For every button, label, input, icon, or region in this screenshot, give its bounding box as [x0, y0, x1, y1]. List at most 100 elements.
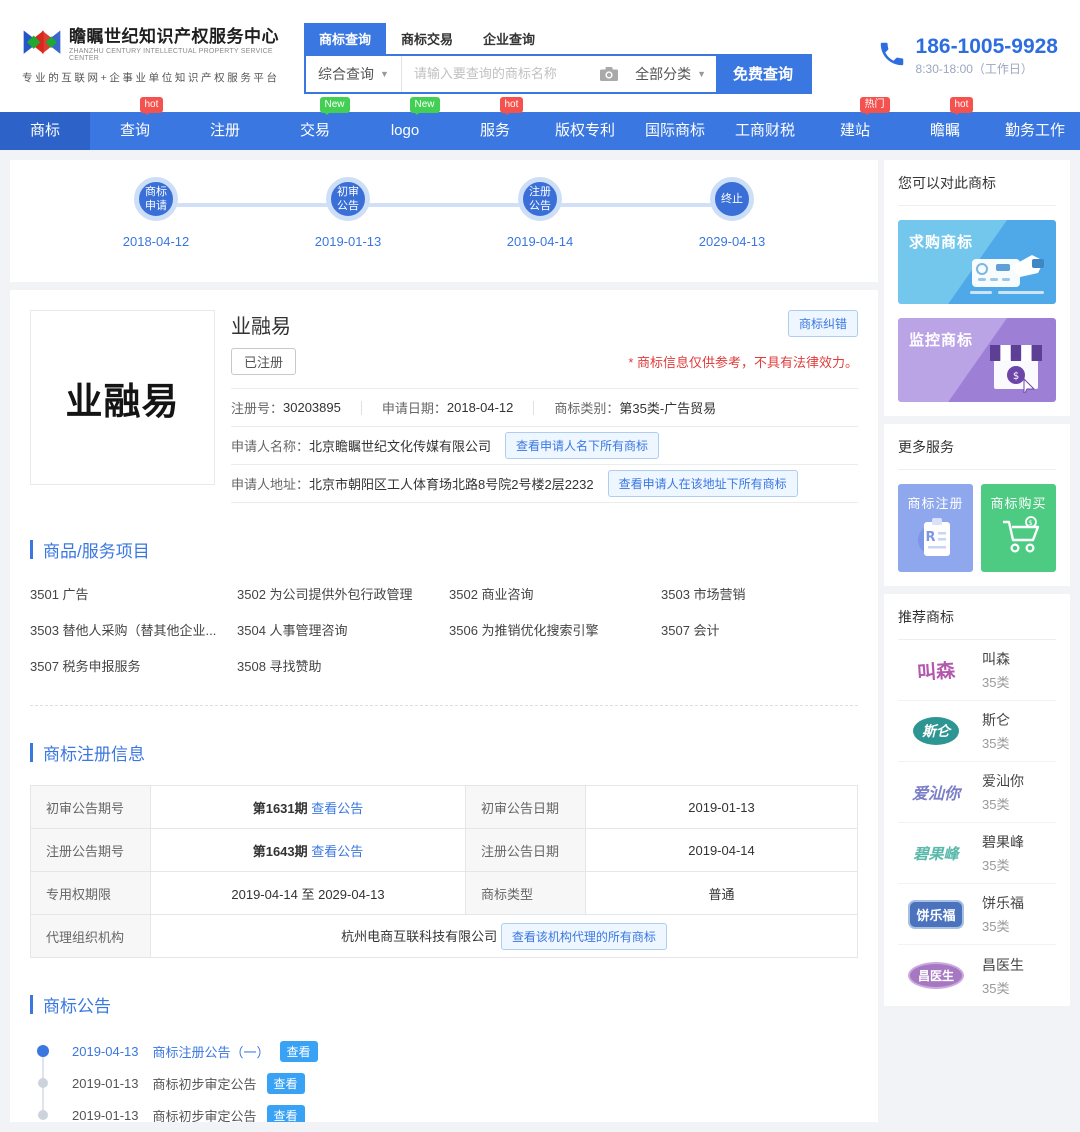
view-button[interactable]: 查看	[267, 1073, 305, 1094]
timeline-step-expiry: 终止 2029-04-13	[636, 160, 828, 282]
timeline-date: 2018-04-12	[123, 234, 190, 249]
registration-number: 30203895	[283, 400, 341, 415]
row-value: 2019-04-14	[586, 829, 858, 872]
hot-badge: 热门	[860, 97, 890, 113]
nav-item-finance-tax[interactable]: 工商财税	[720, 112, 810, 150]
sidebar-section-title: 推荐商标	[898, 594, 1056, 640]
meta-row-address: 申请人地址：北京市朝阳区工人体育场北路8号院2号楼2层2232 查看申请人在该地…	[231, 465, 858, 503]
row-value: 2019-01-13	[586, 786, 858, 829]
contact: 186-1005-9928 8:30-18:00（工作日）	[877, 35, 1058, 77]
view-button[interactable]: 查看	[267, 1105, 305, 1123]
search-tab-trademark[interactable]: 商标查询	[304, 23, 386, 54]
trademark-logo: 爱汕你	[912, 780, 960, 804]
trademark-register-card[interactable]: 商标注册 R	[898, 484, 973, 572]
applicant-name: 北京瞻瞩世纪文化传媒有限公司	[309, 436, 491, 455]
search-tabs: 商标查询 商标交易 企业查询	[304, 23, 812, 54]
trademark-detail-card: 业融易 业融易 商标纠错 已注册 * 商标信息仅供参考，不具有法律效力。 注册号…	[10, 290, 878, 1122]
hot-badge: hot	[950, 97, 974, 113]
registration-section-title: 商标注册信息	[30, 740, 858, 765]
search-input[interactable]	[402, 56, 593, 92]
row-value: 2019-04-14 至 2029-04-13	[151, 872, 466, 915]
view-applicant-trademarks-button[interactable]: 查看申请人名下所有商标	[505, 432, 659, 459]
new-badge: New	[410, 97, 440, 113]
trademark-logo: 碧果峰	[913, 843, 958, 864]
nav-item-zhanzhu[interactable]: 瞻瞩hot	[900, 112, 990, 150]
main-nav: 商标 查询hot 注册 交易New logoNew 服务hot 版权专利 国际商…	[0, 112, 1080, 150]
sidebar-section-title: 您可以对此商标	[898, 160, 1056, 206]
apply-date: 2018-04-12	[447, 400, 514, 415]
search-type-select[interactable]: 综合查询▼	[306, 56, 402, 92]
timeline-dot	[37, 1045, 49, 1057]
view-gazette-link[interactable]: 查看公告	[311, 801, 363, 816]
nav-item-trade[interactable]: 交易New	[270, 112, 360, 150]
divider	[361, 401, 362, 415]
recommended-trademark-item[interactable]: 碧果峰 碧果峰 35类	[898, 823, 1056, 884]
free-search-button[interactable]: 免费查询	[716, 56, 810, 92]
correction-button[interactable]: 商标纠错	[788, 310, 858, 337]
buy-trademark-card[interactable]: 求购商标	[898, 220, 1056, 304]
status-timeline: 商标申请 2018-04-12 初审公告 2019-01-13 注册公告 201…	[10, 160, 878, 282]
recommended-trademark-item[interactable]: 昌医生 昌医生 35类	[898, 945, 1056, 1006]
recommended-trademark-item[interactable]: 斯仑 斯仑 35类	[898, 701, 1056, 762]
new-badge: New	[320, 97, 350, 113]
announcement-item: 2019-01-13 商标初步审定公告 查看	[30, 1099, 858, 1122]
nav-item-copyright-patent[interactable]: 版权专利	[540, 112, 630, 150]
row-value: 第1643期 查看公告	[151, 829, 466, 872]
monitor-trademark-card[interactable]: 监控商标 $	[898, 318, 1056, 402]
trademark-class: 第35类-广告贸易	[619, 398, 716, 417]
page-header: 瞻瞩世纪知识产权服务中心 ZHANZHU CENTURY INTELLECTUA…	[0, 0, 1080, 112]
trademark-logo: 斯仑	[913, 717, 959, 745]
trademark-logo: 叫森	[916, 655, 956, 685]
divider	[30, 705, 858, 706]
credit-card-hand-illustration	[966, 243, 1050, 300]
view-gazette-link[interactable]: 查看公告	[311, 844, 363, 859]
nav-item-service[interactable]: 服务hot	[450, 112, 540, 150]
timeline-date: 2019-04-14	[507, 234, 574, 249]
timeline-step-first-review: 初审公告 2019-01-13	[252, 160, 444, 282]
nav-item-query[interactable]: 查询hot	[90, 112, 180, 150]
search-box: 综合查询▼ 全部分类▼ 免费查询	[304, 54, 812, 94]
view-agency-trademarks-button[interactable]: 查看该机构代理的所有商标	[501, 923, 667, 950]
table-row: 代理组织机构 杭州电商互联科技有限公司 查看该机构代理的所有商标	[31, 915, 858, 958]
search-module: 商标查询 商标交易 企业查询 综合查询▼ 全部分类▼ 免费查询	[304, 23, 812, 94]
nav-item-work[interactable]: 勤务工作	[990, 112, 1080, 150]
service-item: 3507 税务申报服务	[30, 656, 237, 675]
storefront-illustration: $	[972, 337, 1050, 398]
nav-item-website[interactable]: 建站热门	[810, 112, 900, 150]
recommended-trademark-item[interactable]: 叫森 叫森 35类	[898, 640, 1056, 701]
search-tab-company[interactable]: 企业查询	[468, 23, 550, 54]
row-label: 初审公告日期	[466, 786, 586, 829]
timeline-date: 2019-01-13	[315, 234, 382, 249]
class-select[interactable]: 全部分类▼	[625, 56, 716, 92]
search-tab-trade[interactable]: 商标交易	[386, 23, 468, 54]
table-row: 专用权期限 2019-04-14 至 2029-04-13 商标类型 普通	[31, 872, 858, 915]
services-section-title: 商品/服务项目	[30, 537, 858, 562]
nav-item-trademark[interactable]: 商标	[0, 112, 90, 150]
row-label: 商标类型	[466, 872, 586, 915]
divider	[533, 401, 534, 415]
view-button[interactable]: 查看	[280, 1041, 318, 1062]
phone-number: 186-1005-9928	[916, 35, 1058, 58]
announcement-item: 2019-04-13 商标注册公告（一） 查看	[30, 1035, 858, 1067]
nav-item-register[interactable]: 注册	[180, 112, 270, 150]
table-row: 注册公告期号 第1643期 查看公告 注册公告日期 2019-04-14	[31, 829, 858, 872]
camera-icon[interactable]	[593, 56, 625, 92]
row-value: 第1631期 查看公告	[151, 786, 466, 829]
trademark-purchase-card[interactable]: 商标购买 $	[981, 484, 1056, 572]
logo[interactable]: 瞻瞩世纪知识产权服务中心 ZHANZHU CENTURY INTELLECTUA…	[22, 28, 284, 85]
recommended-trademark-item[interactable]: 爱汕你 爱汕你 35类	[898, 762, 1056, 823]
chevron-down-icon: ▼	[380, 69, 389, 79]
service-item: 3503 市场营销	[661, 584, 858, 603]
registration-table: 初审公告期号 第1631期 查看公告 初审公告日期 2019-01-13 注册公…	[30, 785, 858, 958]
svg-text:R: R	[925, 530, 936, 545]
recommended-trademark-item[interactable]: 饼乐福 饼乐福 35类	[898, 884, 1056, 945]
nav-item-logo[interactable]: logoNew	[360, 112, 450, 150]
hot-badge: hot	[500, 97, 524, 113]
view-address-trademarks-button[interactable]: 查看申请人在该地址下所有商标	[608, 470, 798, 497]
row-label: 初审公告期号	[31, 786, 151, 829]
clipboard-r-icon: R	[914, 512, 958, 560]
services-grid: 3501 广告 3502 为公司提供外包行政管理 3502 商业咨询 3503 …	[30, 584, 858, 675]
timeline-dot	[38, 1078, 48, 1088]
trademark-name: 业融易	[231, 310, 291, 339]
nav-item-international[interactable]: 国际商标	[630, 112, 720, 150]
